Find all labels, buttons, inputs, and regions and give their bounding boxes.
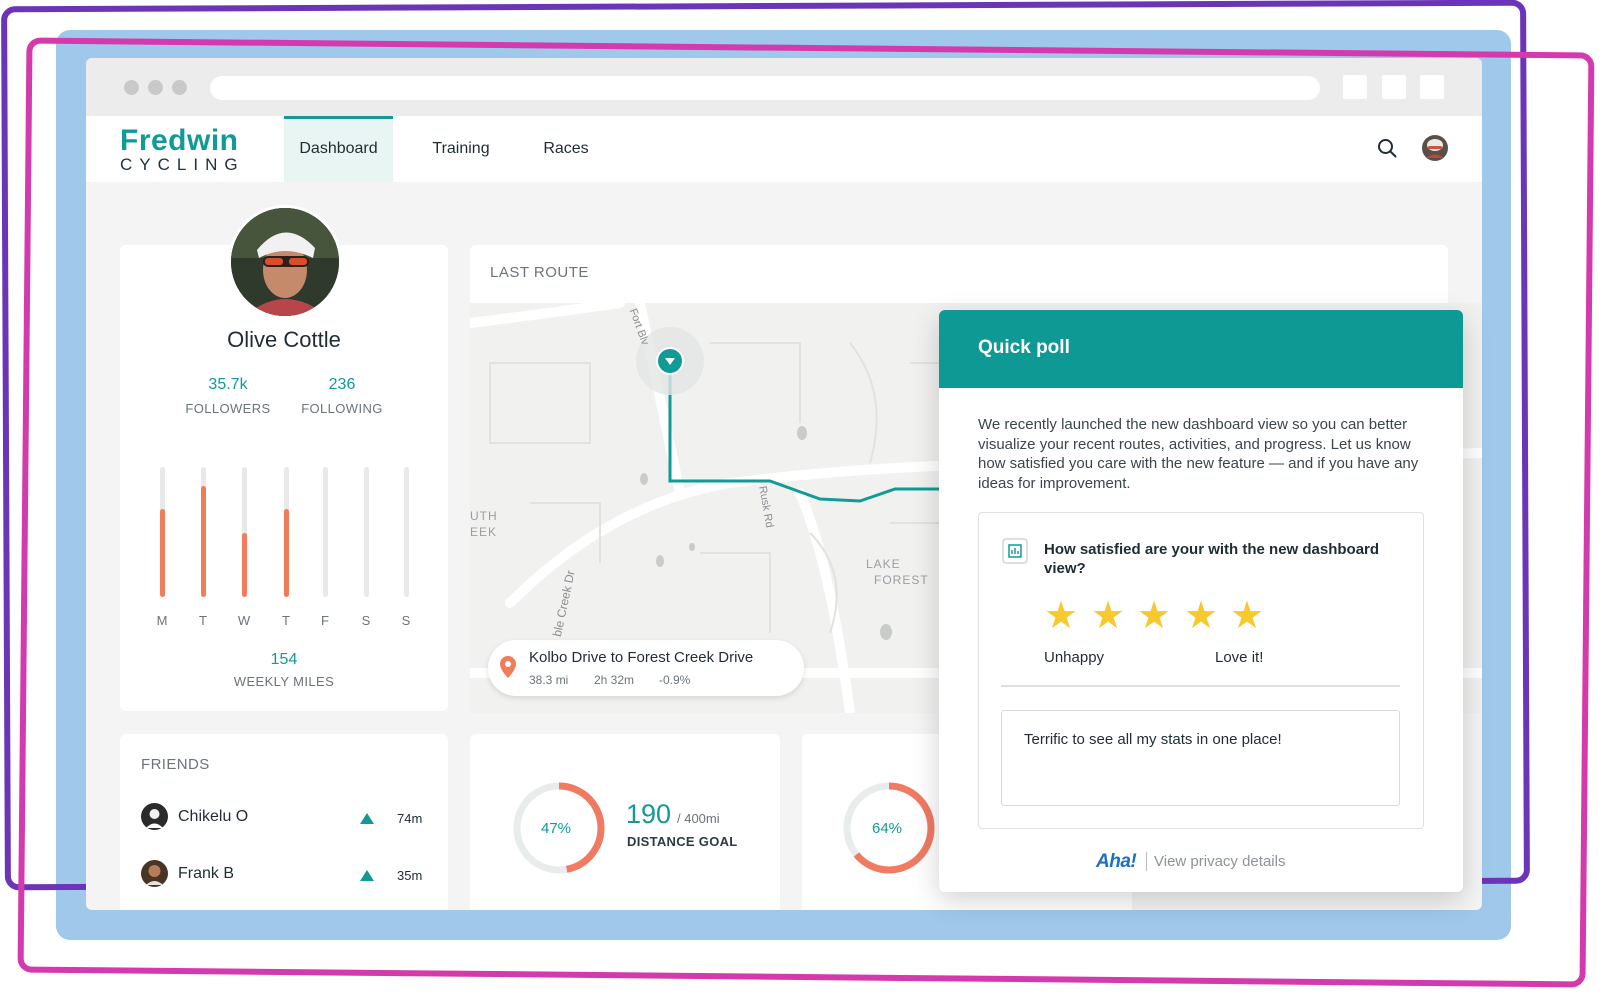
following-label: FOLLOWING	[301, 401, 383, 416]
footer-divider	[1146, 852, 1147, 871]
distance-goal-unit: / 400mi	[677, 811, 720, 826]
weekly-bar[interactable]	[242, 467, 247, 597]
poll-title: Quick poll	[978, 337, 1070, 358]
day-label: T	[199, 613, 207, 628]
window-dot[interactable]	[124, 80, 139, 95]
rating-low-label: Unhappy	[1044, 649, 1105, 666]
divider	[1001, 685, 1400, 687]
route-duration: 2h 32m	[594, 673, 635, 687]
star-icon[interactable]: ★	[1044, 596, 1078, 636]
map-label-lake: LAKE	[866, 557, 901, 571]
triangle-up-icon	[360, 870, 374, 881]
browser-button[interactable]	[1343, 75, 1367, 99]
aha-logo: Aha!	[1096, 851, 1137, 872]
day-label: T	[282, 613, 290, 628]
window-dot[interactable]	[172, 80, 187, 95]
triangle-up-icon	[360, 813, 374, 824]
last-route-title: LAST ROUTE	[490, 264, 589, 281]
poll-answer-input[interactable]: Terrific to see all my stats in one plac…	[1001, 710, 1400, 806]
friend-time: 74m	[397, 811, 423, 826]
map-label-creek-area: EEK	[470, 525, 498, 539]
brand-logo[interactable]: Fredwin CYCLING	[120, 126, 245, 174]
route-distance: 38.3 mi	[529, 673, 569, 687]
weekly-bar[interactable]	[323, 467, 328, 597]
app-nav: Fredwin CYCLING Dashboard Training Races	[86, 116, 1482, 182]
tab-dashboard[interactable]: Dashboard	[284, 116, 393, 182]
rating-high-label: Love it!	[1215, 649, 1264, 666]
progress-percent: 64%	[872, 820, 903, 837]
star-icon[interactable]: ★	[1184, 596, 1218, 636]
friend-avatar	[141, 860, 168, 887]
weekly-bar[interactable]	[160, 467, 165, 597]
friends-title: FRIENDS	[141, 756, 210, 773]
route-summary[interactable]: Kolbo Drive to Forest Creek Drive 38.3 m…	[488, 640, 804, 696]
following-value[interactable]: 236	[292, 376, 392, 394]
friend-avatar	[141, 803, 168, 830]
star-icon[interactable]: ★	[1137, 596, 1171, 636]
weekly-bar[interactable]	[201, 467, 206, 597]
window-dot[interactable]	[148, 80, 163, 95]
tab-races[interactable]: Races	[532, 116, 600, 182]
day-label: W	[237, 613, 251, 628]
brand-sub: CYCLING	[120, 155, 245, 174]
weekly-bar-fill	[284, 509, 289, 597]
distance-goal-percent: 47%	[541, 820, 572, 837]
weekly-bar[interactable]	[364, 467, 369, 597]
day-label: M	[156, 613, 168, 628]
poll-description: We recently launched the new dashboard v…	[978, 416, 1419, 492]
address-bar[interactable]	[210, 76, 1320, 100]
weekly-miles-value: 154	[270, 651, 298, 668]
friend-name: Frank B	[178, 865, 235, 882]
browser-chrome	[86, 58, 1482, 116]
last-route-card	[470, 245, 1448, 303]
star-icon[interactable]: ★	[1230, 596, 1264, 636]
route-name: Kolbo Drive to Forest Creek Drive	[529, 649, 754, 666]
quick-poll-panel: Quick poll We recently launched the new …	[939, 310, 1463, 892]
weekly-bar-fill	[242, 533, 247, 597]
chart-icon	[1002, 538, 1028, 564]
star-icon[interactable]: ★	[1091, 596, 1125, 636]
map-label-south: UTH	[470, 509, 498, 523]
user-avatar[interactable]	[1421, 134, 1449, 162]
weekly-bar[interactable]	[404, 467, 409, 597]
distance-goal-label: DISTANCE GOAL	[627, 834, 738, 849]
profile-avatar[interactable]	[228, 205, 342, 319]
friend-name: Chikelu O	[178, 808, 249, 825]
friend-time: 35m	[397, 868, 423, 883]
day-label: S	[401, 613, 411, 628]
weekly-miles-label: WEEKLY MILES	[233, 674, 335, 689]
location-pin-icon	[500, 656, 516, 678]
weekly-bar-fill	[201, 486, 206, 597]
browser-button[interactable]	[1420, 75, 1444, 99]
search-icon[interactable]	[1377, 138, 1397, 158]
route-elevation: -0.9%	[659, 673, 691, 687]
poll-header: Quick poll	[939, 310, 1463, 388]
map-label-forest: FOREST	[874, 573, 929, 587]
privacy-link[interactable]: View privacy details	[1154, 853, 1285, 870]
weekly-bar-fill	[160, 509, 165, 597]
distance-goal-value: 190	[626, 799, 672, 829]
poll-question: How satisfied are your with the new dash…	[1044, 541, 1380, 577]
browser-button[interactable]	[1382, 75, 1406, 99]
brand-name: Fredwin	[120, 124, 239, 157]
followers-label: FOLLOWERS	[185, 401, 271, 416]
poll-answer-text: Terrific to see all my stats in one plac…	[1024, 731, 1282, 748]
profile-name: Olive Cottle	[227, 327, 341, 352]
tab-training[interactable]: Training	[422, 116, 500, 182]
day-label: S	[361, 613, 371, 628]
weekly-bar[interactable]	[284, 467, 289, 597]
day-label: F	[321, 613, 329, 628]
followers-value[interactable]: 35.7k	[178, 376, 278, 394]
